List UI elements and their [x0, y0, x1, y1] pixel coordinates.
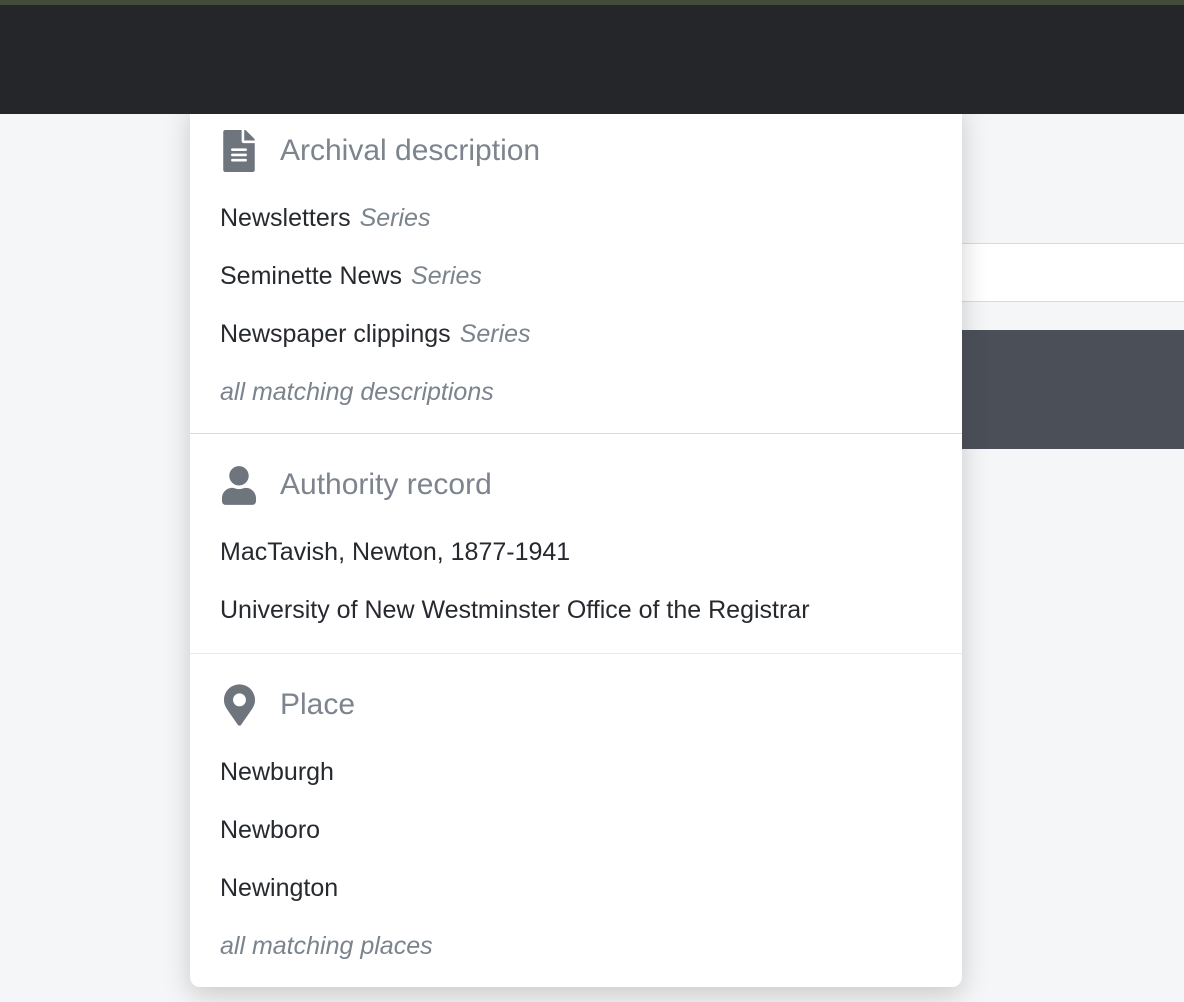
section-authority-record: Authority record MacTavish, Newton, 1877… — [190, 434, 962, 653]
result-item[interactable]: Newington — [220, 859, 932, 917]
result-level-label: Series — [460, 320, 531, 349]
section-title: Place — [280, 688, 355, 722]
navbar — [0, 5, 1184, 114]
all-matching-descriptions-link[interactable]: all matching descriptions — [220, 363, 932, 421]
result-item[interactable]: Newboro — [220, 801, 932, 859]
result-level-label: Series — [360, 204, 431, 233]
result-label: Newington — [220, 874, 338, 903]
search-autocomplete-panel: Archival description Newsletters Series … — [190, 101, 962, 987]
document-icon — [222, 130, 256, 172]
result-item[interactable]: Newspaper clippings Series — [220, 305, 932, 363]
result-label: Seminette News — [220, 262, 402, 291]
result-label: Newboro — [220, 816, 320, 845]
result-item[interactable]: University of New Westminster Office of … — [220, 581, 932, 639]
section-archival-description: Archival description Newsletters Series … — [190, 101, 962, 433]
section-header: Authority record — [220, 461, 932, 509]
section-title: Archival description — [280, 134, 540, 168]
result-item[interactable]: Seminette News Series — [220, 247, 932, 305]
result-item[interactable]: MacTavish, Newton, 1877-1941 — [220, 523, 932, 581]
result-item[interactable]: Newburgh — [220, 743, 932, 801]
section-place: Place Newburgh Newboro Newington all mat… — [190, 654, 962, 987]
result-label: Newburgh — [220, 758, 334, 787]
section-header: Archival description — [220, 127, 932, 175]
section-title: Authority record — [280, 468, 492, 502]
result-label: Newspaper clippings — [220, 320, 451, 349]
result-label: MacTavish, Newton, 1877-1941 — [220, 538, 570, 567]
page: Browse Archival description — [0, 0, 1184, 1002]
result-label: Newsletters — [220, 204, 351, 233]
person-icon — [222, 466, 256, 505]
map-pin-icon — [222, 683, 256, 727]
result-label: University of New Westminster Office of … — [220, 596, 810, 625]
result-item[interactable]: Newsletters Series — [220, 189, 932, 247]
all-matching-places-link[interactable]: all matching places — [220, 917, 932, 975]
section-header: Place — [220, 681, 932, 729]
result-level-label: Series — [411, 262, 482, 291]
